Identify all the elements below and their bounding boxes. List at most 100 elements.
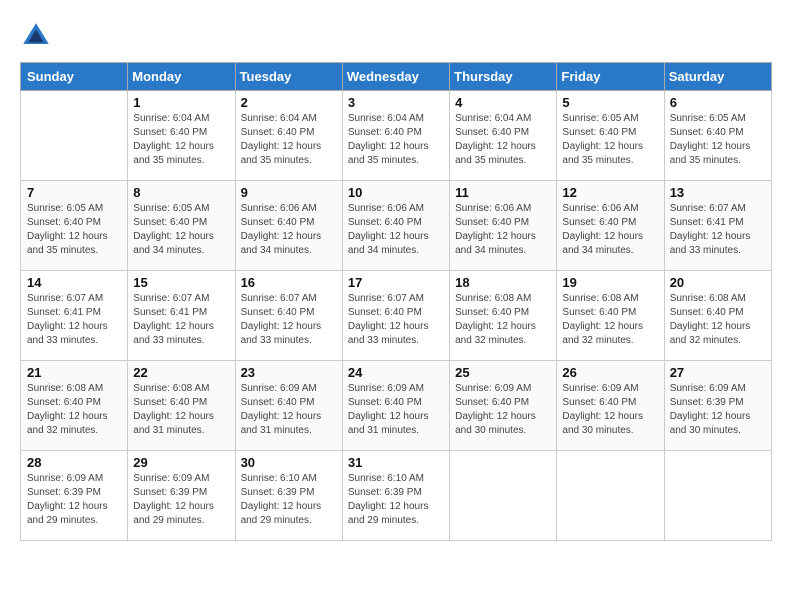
calendar-cell: 7 Sunrise: 6:05 AMSunset: 6:40 PMDaylight…	[21, 181, 128, 271]
header-friday: Friday	[557, 63, 664, 91]
day-info: Sunrise: 6:05 AMSunset: 6:40 PMDaylight:…	[562, 112, 658, 168]
day-info: Sunrise: 6:09 AMSunset: 6:39 PMDaylight:…	[670, 382, 766, 438]
day-info: Sunrise: 6:07 AMSunset: 6:40 PMDaylight:…	[241, 292, 337, 348]
calendar-header-row: SundayMondayTuesdayWednesdayThursdayFrid…	[21, 63, 772, 91]
calendar-cell	[557, 451, 664, 541]
day-info: Sunrise: 6:04 AMSunset: 6:40 PMDaylight:…	[133, 112, 229, 168]
day-info: Sunrise: 6:06 AMSunset: 6:40 PMDaylight:…	[562, 202, 658, 258]
header-sunday: Sunday	[21, 63, 128, 91]
calendar-cell: 19 Sunrise: 6:08 AMSunset: 6:40 PMDayligh…	[557, 271, 664, 361]
day-number: 21	[27, 365, 122, 380]
day-number: 13	[670, 185, 766, 200]
day-number: 22	[133, 365, 229, 380]
calendar-cell: 20 Sunrise: 6:08 AMSunset: 6:40 PMDayligh…	[664, 271, 771, 361]
day-info: Sunrise: 6:08 AMSunset: 6:40 PMDaylight:…	[455, 292, 551, 348]
calendar-cell: 14 Sunrise: 6:07 AMSunset: 6:41 PMDayligh…	[21, 271, 128, 361]
calendar-week-0: 1 Sunrise: 6:04 AMSunset: 6:40 PMDaylight…	[21, 91, 772, 181]
day-number: 28	[27, 455, 122, 470]
day-info: Sunrise: 6:08 AMSunset: 6:40 PMDaylight:…	[562, 292, 658, 348]
day-info: Sunrise: 6:09 AMSunset: 6:40 PMDaylight:…	[562, 382, 658, 438]
day-info: Sunrise: 6:10 AMSunset: 6:39 PMDaylight:…	[348, 472, 444, 528]
calendar-cell: 5 Sunrise: 6:05 AMSunset: 6:40 PMDaylight…	[557, 91, 664, 181]
day-number: 10	[348, 185, 444, 200]
day-number: 27	[670, 365, 766, 380]
day-info: Sunrise: 6:05 AMSunset: 6:40 PMDaylight:…	[27, 202, 122, 258]
calendar-week-3: 21 Sunrise: 6:08 AMSunset: 6:40 PMDayligh…	[21, 361, 772, 451]
day-info: Sunrise: 6:08 AMSunset: 6:40 PMDaylight:…	[670, 292, 766, 348]
day-number: 9	[241, 185, 337, 200]
calendar-cell: 9Sunrise: 6:06 AMSunset: 6:40 PMDaylight…	[235, 181, 342, 271]
calendar-week-4: 28 Sunrise: 6:09 AMSunset: 6:39 PMDayligh…	[21, 451, 772, 541]
calendar-cell: 25Sunrise: 6:09 AMSunset: 6:40 PMDayligh…	[450, 361, 557, 451]
calendar-cell: 30Sunrise: 6:10 AMSunset: 6:39 PMDayligh…	[235, 451, 342, 541]
day-info: Sunrise: 6:07 AMSunset: 6:41 PMDaylight:…	[27, 292, 122, 348]
header-thursday: Thursday	[450, 63, 557, 91]
calendar-cell: 27 Sunrise: 6:09 AMSunset: 6:39 PMDayligh…	[664, 361, 771, 451]
day-number: 20	[670, 275, 766, 290]
day-info: Sunrise: 6:09 AMSunset: 6:39 PMDaylight:…	[27, 472, 122, 528]
day-info: Sunrise: 6:09 AMSunset: 6:39 PMDaylight:…	[133, 472, 229, 528]
day-info: Sunrise: 6:05 AMSunset: 6:40 PMDaylight:…	[670, 112, 766, 168]
header-saturday: Saturday	[664, 63, 771, 91]
calendar-cell: 10 Sunrise: 6:06 AMSunset: 6:40 PMDayligh…	[342, 181, 449, 271]
day-info: Sunrise: 6:10 AMSunset: 6:39 PMDaylight:…	[241, 472, 337, 528]
calendar-cell: 16 Sunrise: 6:07 AMSunset: 6:40 PMDayligh…	[235, 271, 342, 361]
day-number: 14	[27, 275, 122, 290]
day-number: 24	[348, 365, 444, 380]
day-info: Sunrise: 6:06 AMSunset: 6:40 PMDaylight:…	[348, 202, 444, 258]
day-number: 31	[348, 455, 444, 470]
calendar-cell: 23 Sunrise: 6:09 AMSunset: 6:40 PMDayligh…	[235, 361, 342, 451]
calendar-cell: 13 Sunrise: 6:07 AMSunset: 6:41 PMDayligh…	[664, 181, 771, 271]
logo-icon	[20, 20, 52, 52]
calendar-cell: 17Sunrise: 6:07 AMSunset: 6:40 PMDayligh…	[342, 271, 449, 361]
calendar-cell: 21 Sunrise: 6:08 AMSunset: 6:40 PMDayligh…	[21, 361, 128, 451]
day-info: Sunrise: 6:07 AMSunset: 6:41 PMDaylight:…	[133, 292, 229, 348]
day-number: 1	[133, 95, 229, 110]
calendar-cell: 22 Sunrise: 6:08 AMSunset: 6:40 PMDayligh…	[128, 361, 235, 451]
day-info: Sunrise: 6:06 AMSunset: 6:40 PMDaylight:…	[455, 202, 551, 258]
calendar-cell	[21, 91, 128, 181]
day-info: Sunrise: 6:04 AMSunset: 6:40 PMDaylight:…	[455, 112, 551, 168]
header-wednesday: Wednesday	[342, 63, 449, 91]
day-number: 19	[562, 275, 658, 290]
calendar-table: SundayMondayTuesdayWednesdayThursdayFrid…	[20, 62, 772, 541]
day-number: 4	[455, 95, 551, 110]
calendar-cell: 31 Sunrise: 6:10 AMSunset: 6:39 PMDayligh…	[342, 451, 449, 541]
calendar-cell: 12 Sunrise: 6:06 AMSunset: 6:40 PMDayligh…	[557, 181, 664, 271]
day-number: 2	[241, 95, 337, 110]
day-number: 3	[348, 95, 444, 110]
calendar-cell: 8Sunrise: 6:05 AMSunset: 6:40 PMDaylight…	[128, 181, 235, 271]
day-number: 18	[455, 275, 551, 290]
day-number: 6	[670, 95, 766, 110]
calendar-cell: 18 Sunrise: 6:08 AMSunset: 6:40 PMDayligh…	[450, 271, 557, 361]
day-number: 23	[241, 365, 337, 380]
calendar-week-1: 7 Sunrise: 6:05 AMSunset: 6:40 PMDaylight…	[21, 181, 772, 271]
calendar-cell: 2Sunrise: 6:04 AMSunset: 6:40 PMDaylight…	[235, 91, 342, 181]
calendar-cell: 24 Sunrise: 6:09 AMSunset: 6:40 PMDayligh…	[342, 361, 449, 451]
day-number: 7	[27, 185, 122, 200]
day-info: Sunrise: 6:08 AMSunset: 6:40 PMDaylight:…	[27, 382, 122, 438]
calendar-cell: 11 Sunrise: 6:06 AMSunset: 6:40 PMDayligh…	[450, 181, 557, 271]
calendar-cell: 4 Sunrise: 6:04 AMSunset: 6:40 PMDaylight…	[450, 91, 557, 181]
calendar-cell	[664, 451, 771, 541]
calendar-cell: 29 Sunrise: 6:09 AMSunset: 6:39 PMDayligh…	[128, 451, 235, 541]
day-info: Sunrise: 6:08 AMSunset: 6:40 PMDaylight:…	[133, 382, 229, 438]
calendar-cell: 1 Sunrise: 6:04 AMSunset: 6:40 PMDaylight…	[128, 91, 235, 181]
day-number: 5	[562, 95, 658, 110]
day-info: Sunrise: 6:05 AMSunset: 6:40 PMDaylight:…	[133, 202, 229, 258]
day-info: Sunrise: 6:07 AMSunset: 6:41 PMDaylight:…	[670, 202, 766, 258]
day-number: 15	[133, 275, 229, 290]
day-info: Sunrise: 6:09 AMSunset: 6:40 PMDaylight:…	[241, 382, 337, 438]
day-info: Sunrise: 6:04 AMSunset: 6:40 PMDaylight:…	[348, 112, 444, 168]
day-number: 16	[241, 275, 337, 290]
calendar-week-2: 14 Sunrise: 6:07 AMSunset: 6:41 PMDayligh…	[21, 271, 772, 361]
day-number: 11	[455, 185, 551, 200]
day-number: 25	[455, 365, 551, 380]
day-info: Sunrise: 6:09 AMSunset: 6:40 PMDaylight:…	[348, 382, 444, 438]
day-number: 12	[562, 185, 658, 200]
logo	[20, 20, 56, 52]
header-monday: Monday	[128, 63, 235, 91]
page-header	[20, 20, 772, 52]
day-number: 29	[133, 455, 229, 470]
calendar-cell: 3 Sunrise: 6:04 AMSunset: 6:40 PMDaylight…	[342, 91, 449, 181]
